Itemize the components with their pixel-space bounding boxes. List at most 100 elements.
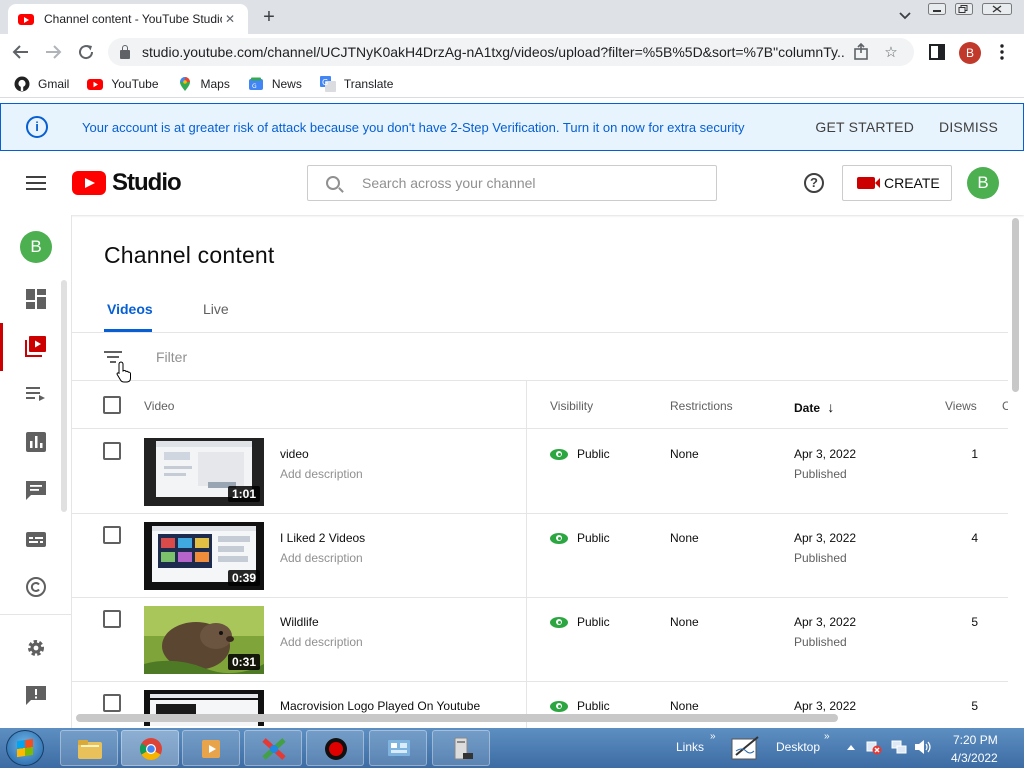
- filter-input[interactable]: Filter: [156, 349, 187, 365]
- video-title[interactable]: Macrovision Logo Played On Youtube: [280, 699, 480, 713]
- vertical-scrollbar[interactable]: [1012, 218, 1019, 392]
- video-description[interactable]: Add description: [280, 551, 363, 565]
- links-expand-chevron-icon[interactable]: »: [710, 731, 716, 742]
- svg-text:G: G: [322, 78, 328, 87]
- table-row[interactable]: 0:39 I Liked 2 Videos Add description Pu…: [72, 514, 1008, 598]
- sort-down-arrow-icon[interactable]: ↓: [827, 399, 834, 415]
- tab-live[interactable]: Live: [203, 301, 229, 317]
- close-window-icon[interactable]: [982, 3, 1012, 15]
- clock-time[interactable]: 7:20 PM: [953, 733, 998, 747]
- video-thumbnail[interactable]: 0:39: [144, 522, 264, 590]
- visibility-cell[interactable]: Public: [550, 615, 610, 629]
- new-tab-button[interactable]: +: [258, 6, 280, 29]
- bookmark-youtube[interactable]: YouTube: [87, 76, 159, 92]
- row-checkbox[interactable]: [103, 610, 121, 628]
- close-tab-icon[interactable]: ✕: [222, 12, 238, 26]
- analytics-icon[interactable]: [25, 431, 47, 453]
- visibility-cell[interactable]: Public: [550, 531, 610, 545]
- taskbar-control-panel[interactable]: [369, 730, 427, 766]
- video-description[interactable]: Add description: [280, 467, 363, 481]
- get-started-button[interactable]: GET STARTED: [815, 119, 914, 135]
- channel-avatar[interactable]: B: [20, 231, 52, 263]
- bookmarks-bar: Gmail YouTube Maps G News G Translate: [0, 70, 1024, 98]
- browser-menu-icon[interactable]: [999, 44, 1005, 60]
- bookmark-news[interactable]: G News: [248, 76, 302, 92]
- browser-profile-avatar[interactable]: B: [959, 42, 981, 64]
- row-checkbox[interactable]: [103, 694, 121, 712]
- filter-bar[interactable]: Filter: [72, 333, 1008, 383]
- taskbar-paint-app[interactable]: [244, 730, 302, 766]
- column-visibility[interactable]: Visibility: [550, 399, 593, 413]
- browser-tab[interactable]: Channel content - YouTube Studio ✕: [8, 4, 248, 34]
- links-toolbar-label[interactable]: Links: [676, 740, 704, 754]
- nav-scrollbar[interactable]: [61, 280, 67, 512]
- help-icon[interactable]: ?: [804, 173, 824, 193]
- column-date[interactable]: Date ↓: [794, 399, 834, 415]
- video-title[interactable]: I Liked 2 Videos: [280, 531, 365, 545]
- visibility-cell[interactable]: Public: [550, 447, 610, 461]
- views-value: 5: [971, 615, 978, 629]
- column-restrictions[interactable]: Restrictions: [670, 399, 733, 413]
- maps-pin-icon: [179, 76, 190, 91]
- create-button[interactable]: CREATE: [842, 165, 952, 201]
- dashboard-icon[interactable]: [25, 288, 47, 310]
- tab-search-chevron-icon[interactable]: [898, 11, 912, 21]
- row-checkbox[interactable]: [103, 526, 121, 544]
- comments-icon[interactable]: [25, 479, 47, 501]
- bookmark-maps[interactable]: Maps: [177, 76, 230, 92]
- address-bar[interactable]: studio.youtube.com/channel/UCJTNyK0akH4D…: [108, 38, 914, 66]
- search-input[interactable]: Search across your channel: [307, 165, 717, 201]
- network-icon[interactable]: [891, 739, 907, 755]
- bookmark-star-icon[interactable]: ☆: [880, 43, 902, 61]
- notepad-pen-icon[interactable]: [730, 733, 764, 763]
- dismiss-button[interactable]: DISMISS: [939, 119, 998, 135]
- playlists-icon[interactable]: [25, 383, 47, 405]
- windows-start-button[interactable]: [6, 730, 44, 766]
- tab-videos[interactable]: Videos: [107, 301, 153, 317]
- back-arrow-icon[interactable]: [12, 43, 30, 61]
- row-checkbox[interactable]: [103, 442, 121, 460]
- table-row[interactable]: 1:01 video Add description Public None A…: [72, 430, 1008, 514]
- tray-up-arrow-icon[interactable]: [846, 743, 856, 751]
- hand-cursor-icon: [116, 361, 131, 383]
- bookmark-translate[interactable]: G Translate: [319, 75, 393, 92]
- share-icon[interactable]: [852, 43, 874, 61]
- content-icon[interactable]: [25, 335, 47, 357]
- video-thumbnail[interactable]: 0:31: [144, 606, 264, 674]
- feedback-icon[interactable]: [25, 684, 47, 706]
- bookmark-gmail[interactable]: Gmail: [14, 76, 69, 92]
- subtitles-icon[interactable]: [25, 528, 47, 550]
- column-views[interactable]: Views: [945, 399, 977, 413]
- taskbar-computer[interactable]: [432, 730, 490, 766]
- video-title[interactable]: Wildlife: [280, 615, 319, 629]
- network-error-icon[interactable]: [866, 739, 882, 755]
- settings-gear-icon[interactable]: [25, 637, 47, 659]
- video-description[interactable]: Add description: [280, 635, 363, 649]
- account-avatar[interactable]: B: [967, 167, 999, 199]
- hamburger-menu-icon[interactable]: [26, 176, 46, 190]
- taskbar-explorer[interactable]: [60, 730, 118, 766]
- volume-icon[interactable]: [914, 739, 932, 755]
- table-row[interactable]: 0:31 Wildlife Add description Public Non…: [72, 598, 1008, 682]
- visibility-value: Public: [577, 699, 610, 713]
- clock-date[interactable]: 4/3/2022: [951, 751, 998, 765]
- visibility-cell[interactable]: Public: [550, 699, 610, 713]
- taskbar-chrome[interactable]: [121, 730, 179, 766]
- restore-window-icon[interactable]: [955, 3, 973, 15]
- reload-icon[interactable]: [77, 43, 95, 61]
- taskbar-recorder[interactable]: [306, 730, 364, 766]
- column-comments-cut[interactable]: C: [1002, 399, 1008, 413]
- desktop-expand-chevron-icon[interactable]: »: [824, 731, 830, 742]
- forward-arrow-icon[interactable]: [44, 43, 62, 61]
- news-icon: G: [248, 77, 263, 90]
- side-panel-icon[interactable]: [929, 44, 945, 60]
- video-thumbnail[interactable]: 1:01: [144, 438, 264, 506]
- copyright-icon[interactable]: [25, 576, 47, 598]
- select-all-checkbox[interactable]: [103, 396, 121, 414]
- horizontal-scrollbar[interactable]: [76, 714, 838, 722]
- desktop-toolbar-label[interactable]: Desktop: [776, 740, 820, 754]
- youtube-studio-logo[interactable]: Studio: [72, 169, 182, 197]
- video-title[interactable]: video: [280, 447, 309, 461]
- minimize-window-icon[interactable]: [928, 3, 946, 15]
- taskbar-media-app[interactable]: [182, 730, 240, 766]
